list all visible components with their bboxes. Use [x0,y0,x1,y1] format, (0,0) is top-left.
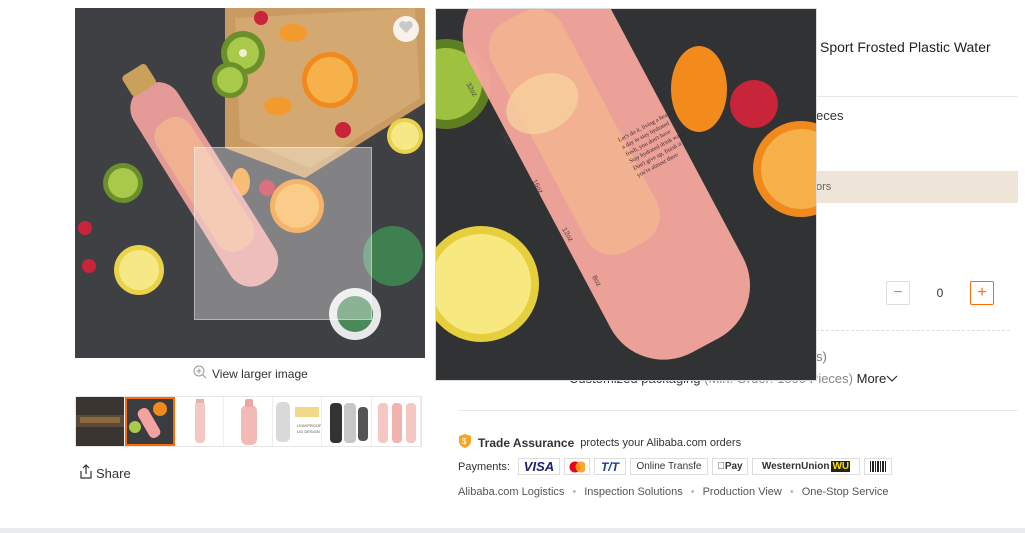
divider-dashed [816,330,1010,331]
promo-banner: ors [816,171,1018,203]
zoomed-photo: Let's do it, living a healthy a day to s… [436,9,816,380]
thumb-bottle-set[interactable] [322,397,372,446]
share-button[interactable]: Share [79,464,131,483]
separator: • [572,486,577,498]
zoom-preview: Let's do it, living a healthy a day to s… [435,8,817,381]
divider [458,410,1018,411]
thumb-leakproof[interactable]: LEAKPROOF LID DESIGN [273,397,323,446]
service-one-stop[interactable]: One-Stop Service [802,486,889,498]
thumbnail-strip: LEAKPROOF LID DESIGN [75,396,422,447]
separator: • [690,486,695,498]
thumb-video[interactable] [76,397,126,446]
heart-icon [398,20,414,39]
visa-icon: VISA [517,458,560,475]
more-label: More [856,371,887,386]
trade-assurance-icon: $ [458,433,472,452]
thumb-pink-bottle[interactable] [174,397,224,446]
quantity-input[interactable] [910,282,970,304]
svg-text:$: $ [462,437,467,446]
svg-text:LID DESIGN: LID DESIGN [297,429,320,434]
increase-button[interactable]: + [970,281,994,305]
page-footer-strip [0,528,1025,533]
customization-option-text: s) [816,349,827,364]
trade-assurance-name[interactable]: Trade Assurance [478,436,574,450]
tt-icon: T/T [593,458,626,475]
decrease-button[interactable]: − [886,281,910,305]
boleto-icon [863,458,892,475]
mastercard-icon [563,458,590,475]
share-icon [79,464,93,483]
services-links: Alibaba.com Logistics • Inspection Solut… [458,486,889,498]
more-link[interactable]: More [857,371,899,386]
separator: • [789,486,794,498]
zoom-lens[interactable] [194,147,372,320]
thumb-pink-set[interactable] [371,397,421,446]
service-inspection[interactable]: Inspection Solutions [584,486,682,498]
apple-pay-icon: Pay [711,458,748,475]
trade-assurance-text: protects your Alibaba.com orders [580,436,742,449]
zoom-in-icon [193,365,207,382]
thumb-pink-bottle-2[interactable] [223,397,274,446]
view-larger-label: View larger image [212,366,308,381]
favorite-button[interactable] [393,16,419,42]
divider [816,96,1018,97]
thumb-fruit-bottle[interactable] [125,397,175,446]
service-logistics[interactable]: Alibaba.com Logistics [458,486,564,498]
online-transfer-icon: Online Transfe [629,458,708,475]
main-product-image[interactable] [75,8,425,358]
western-union-icon: WesternUnion WU [751,458,860,475]
payments-label: Payments: [458,460,510,473]
product-title: Sport Frosted Plastic Water [820,39,991,55]
svg-text:LEAKPROOF: LEAKPROOF [297,423,322,428]
trade-assurance: $ Trade Assurance protects your Alibaba.… [458,433,741,452]
view-larger-link[interactable]: View larger image [193,365,308,382]
service-production-view[interactable]: Production View [703,486,782,498]
share-label: Share [96,466,131,481]
quantity-stepper: − + [886,281,998,305]
payment-methods: Payments: VISA T/T Online Transfe Pay W… [458,458,892,475]
chevron-down-icon [886,375,898,382]
promo-banner-text: ors [816,181,832,193]
price-unit-text: eces [816,108,844,123]
